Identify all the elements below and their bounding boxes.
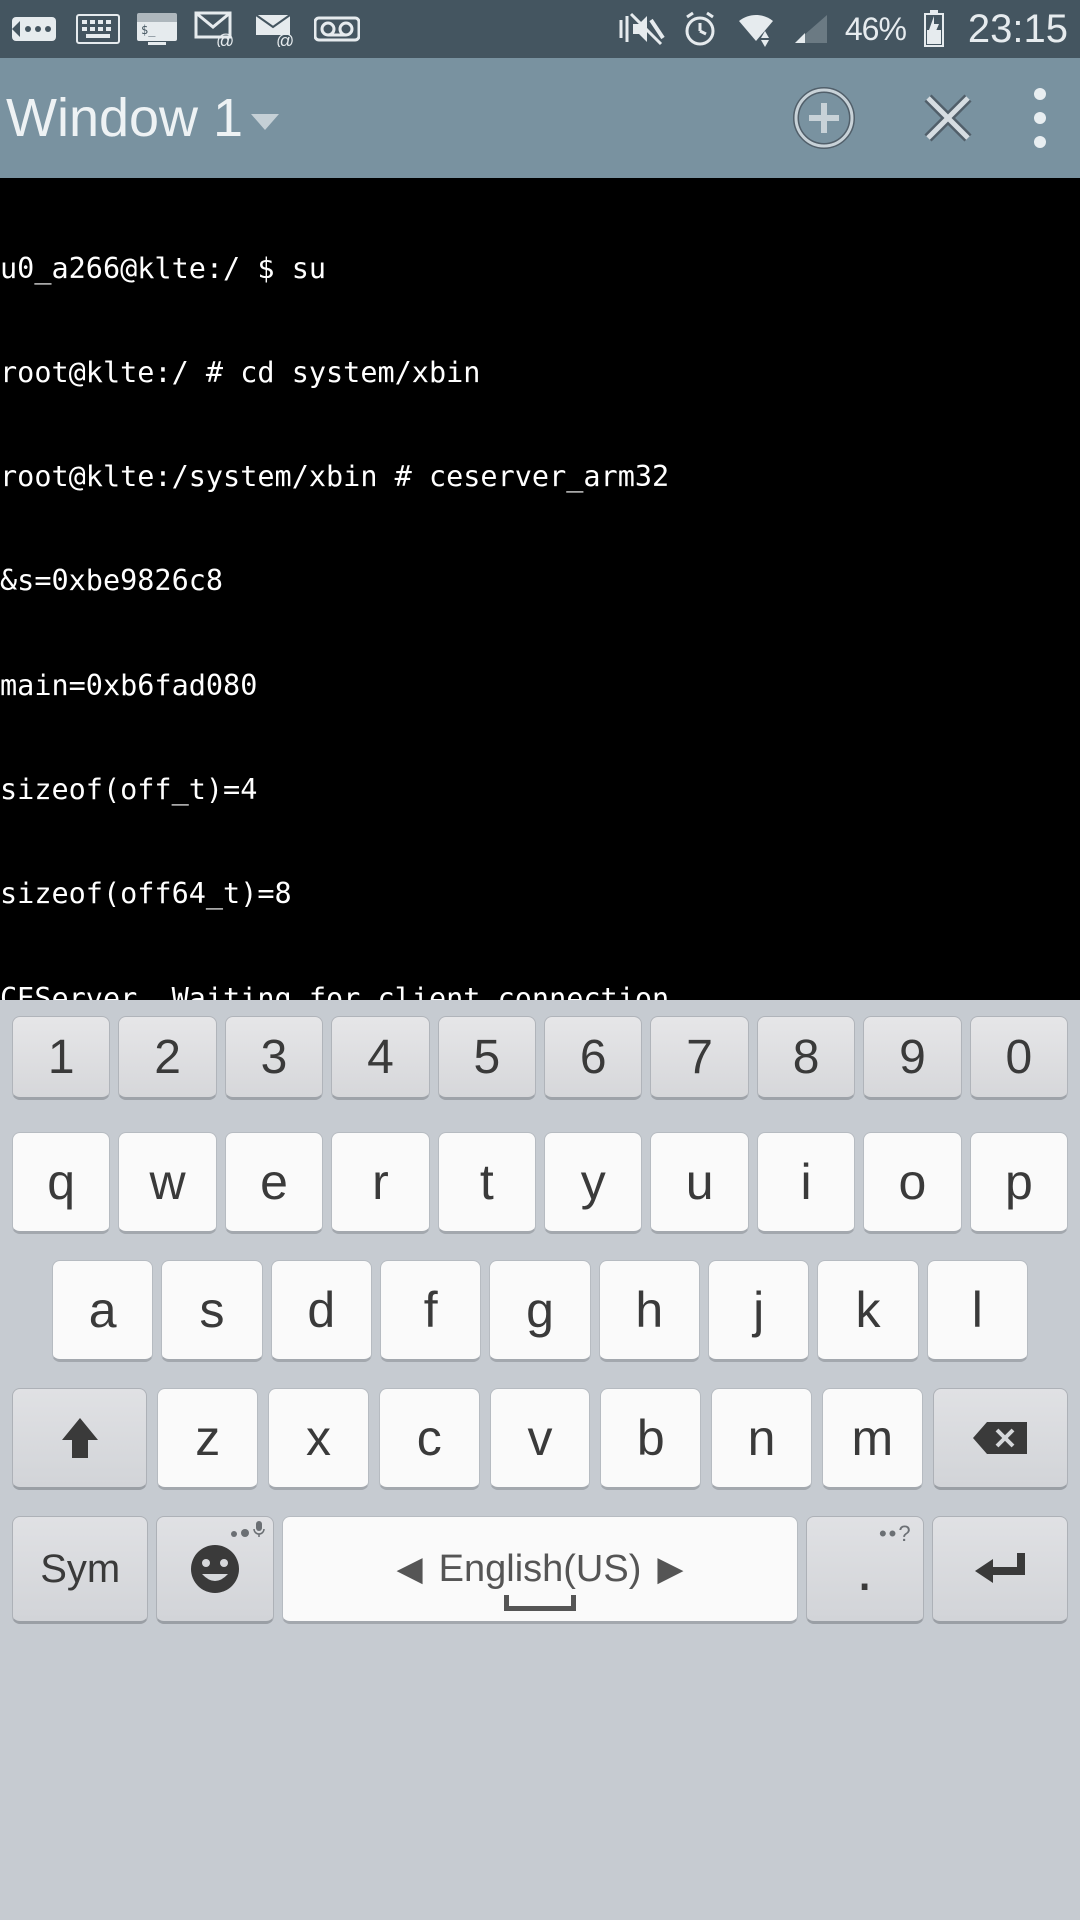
next-lang-icon: ▶ [657, 1549, 683, 1589]
symbols-key[interactable]: Sym [12, 1516, 148, 1624]
window-title-text: Window 1 [6, 87, 243, 149]
key-d[interactable]: d [271, 1260, 372, 1362]
space-indicator-icon [504, 1595, 576, 1611]
wifi-icon [735, 11, 777, 47]
key-a[interactable]: a [52, 1260, 153, 1362]
key-7[interactable]: 7 [650, 1016, 748, 1100]
terminal-line: root@klte:/ # cd system/xbin [0, 356, 1078, 391]
emoji-icon [188, 1542, 242, 1596]
terminal-line: root@klte:/system/xbin # ceserver_arm32 [0, 460, 1078, 495]
key-n[interactable]: n [711, 1388, 812, 1490]
battery-percent: 46% [845, 11, 906, 48]
key-row-bottom: Sym ◀ English(US) ▶ ••? . [0, 1508, 1080, 1646]
status-left-icons: $_ @ @ [12, 11, 360, 47]
key-9[interactable]: 9 [863, 1016, 961, 1100]
status-bar: $_ @ @ [0, 0, 1080, 58]
add-window-button[interactable] [784, 78, 864, 158]
status-clock: 23:15 [968, 7, 1068, 52]
backspace-icon [969, 1418, 1031, 1458]
soft-keyboard: 1 2 3 4 5 6 7 8 9 0 q w e r t y u i o p … [0, 1000, 1080, 1920]
key-m[interactable]: m [822, 1388, 923, 1490]
key-1[interactable]: 1 [12, 1016, 110, 1100]
mail-notification-icon-2: @ [254, 11, 298, 47]
key-q[interactable]: q [12, 1132, 110, 1234]
svg-text:@: @ [216, 31, 234, 47]
key-i[interactable]: i [757, 1132, 855, 1234]
key-row-1: q w e r t y u i o p [0, 1124, 1080, 1252]
svg-text:@: @ [276, 31, 294, 47]
terminal-line: sizeof(off_t)=4 [0, 773, 1078, 808]
key-j[interactable]: j [708, 1260, 809, 1362]
mail-notification-icon: @ [194, 11, 238, 47]
terminal-output[interactable]: u0_a266@klte:/ $ su root@klte:/ # cd sys… [0, 178, 1080, 1000]
key-c[interactable]: c [379, 1388, 480, 1490]
shift-key[interactable] [12, 1388, 147, 1490]
key-t[interactable]: t [438, 1132, 536, 1234]
key-v[interactable]: v [490, 1388, 591, 1490]
battery-charging-icon [922, 10, 946, 48]
key-z[interactable]: z [157, 1388, 258, 1490]
key-row-2: a s d f g h j k l [0, 1252, 1080, 1380]
enter-icon [971, 1547, 1029, 1591]
close-window-button[interactable] [908, 78, 988, 158]
terminal-line: CEServer. Waiting for client connection [0, 982, 1078, 1000]
period-label: . [856, 1535, 873, 1604]
key-3[interactable]: 3 [225, 1016, 323, 1100]
overflow-menu-button[interactable] [1010, 88, 1070, 148]
terminal-line: &s=0xbe9826c8 [0, 564, 1078, 599]
key-s[interactable]: s [161, 1260, 262, 1362]
key-row-numbers: 1 2 3 4 5 6 7 8 9 0 [0, 1010, 1080, 1124]
key-8[interactable]: 8 [757, 1016, 855, 1100]
key-2[interactable]: 2 [118, 1016, 216, 1100]
prev-lang-icon: ◀ [396, 1549, 422, 1589]
emoji-key[interactable] [156, 1516, 274, 1624]
terminal-line: main=0xb6fad080 [0, 669, 1078, 704]
app-header: Window 1 [0, 58, 1080, 178]
period-key[interactable]: ••? . [806, 1516, 924, 1624]
key-4[interactable]: 4 [331, 1016, 429, 1100]
status-right-icons: 46% 23:15 [617, 7, 1068, 52]
window-dropdown[interactable]: Window 1 [0, 87, 279, 149]
key-y[interactable]: y [544, 1132, 642, 1234]
key-f[interactable]: f [380, 1260, 481, 1362]
terminal-line: u0_a266@klte:/ $ su [0, 252, 1078, 287]
spacebar-label: English(US) [439, 1548, 642, 1591]
voicemail-icon [314, 15, 360, 43]
chevron-down-icon [251, 114, 279, 130]
keyboard-notification-icon [76, 14, 120, 44]
enter-key[interactable] [932, 1516, 1068, 1624]
key-h[interactable]: h [599, 1260, 700, 1362]
key-u[interactable]: u [650, 1132, 748, 1234]
vibrate-mute-icon [617, 10, 665, 48]
cell-signal-icon [793, 13, 829, 45]
key-0[interactable]: 0 [970, 1016, 1068, 1100]
backspace-key[interactable] [933, 1388, 1068, 1490]
key-e[interactable]: e [225, 1132, 323, 1234]
key-p[interactable]: p [970, 1132, 1068, 1234]
period-hint: ••? [879, 1521, 913, 1547]
svg-text:$_: $_ [141, 23, 156, 37]
terminal-notification-icon: $_ [136, 12, 178, 46]
mic-hint-icon [231, 1521, 265, 1537]
key-k[interactable]: k [817, 1260, 918, 1362]
terminal-line: sizeof(off64_t)=8 [0, 877, 1078, 912]
key-5[interactable]: 5 [438, 1016, 536, 1100]
more-notifications-icon [12, 15, 60, 43]
alarm-icon [681, 10, 719, 48]
key-r[interactable]: r [331, 1132, 429, 1234]
key-b[interactable]: b [600, 1388, 701, 1490]
key-o[interactable]: o [863, 1132, 961, 1234]
key-6[interactable]: 6 [544, 1016, 642, 1100]
key-x[interactable]: x [268, 1388, 369, 1490]
key-g[interactable]: g [489, 1260, 590, 1362]
key-l[interactable]: l [927, 1260, 1028, 1362]
key-row-3: z x c v b n m [0, 1380, 1080, 1508]
spacebar-key[interactable]: ◀ English(US) ▶ [282, 1516, 797, 1624]
shift-arrow-icon [58, 1414, 102, 1462]
key-w[interactable]: w [118, 1132, 216, 1234]
